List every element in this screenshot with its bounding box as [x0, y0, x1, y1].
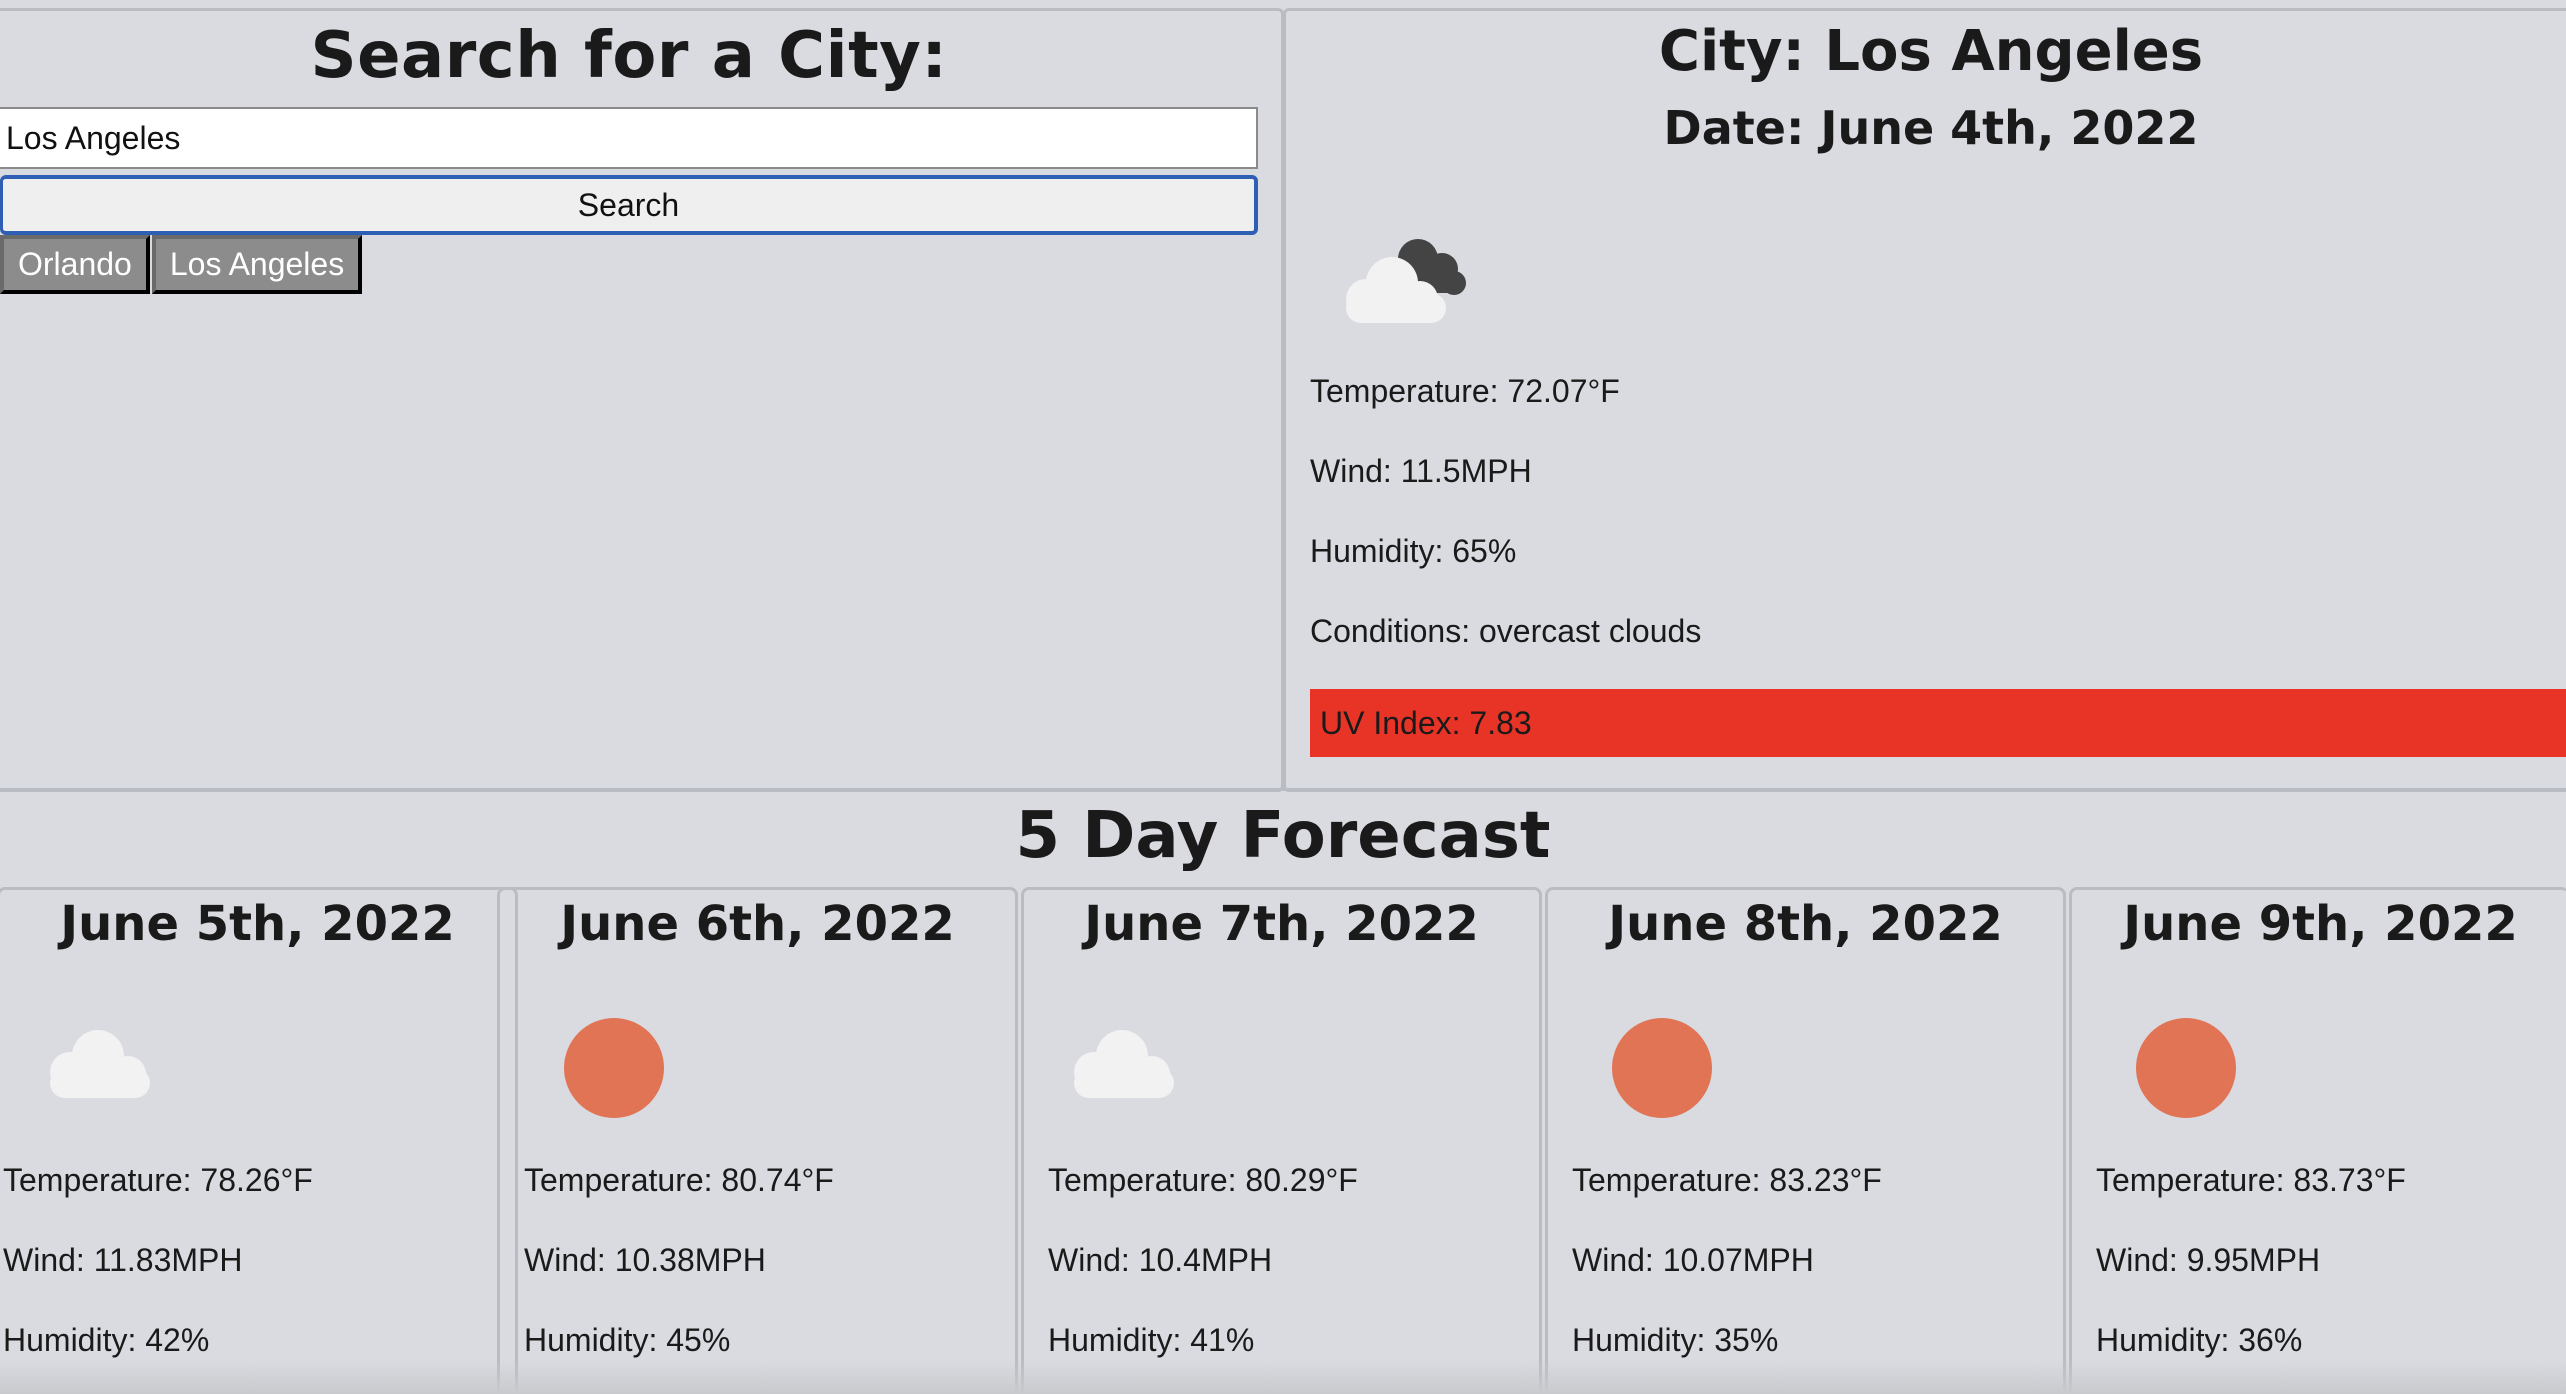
overcast-clouds-icon	[1346, 239, 1466, 323]
search-title: Search for a City:	[310, 19, 948, 93]
history-button-orlando[interactable]: Orlando	[0, 235, 150, 294]
forecast-date: June 6th, 2022	[560, 896, 955, 952]
cloud-icon	[1074, 1030, 1174, 1098]
forecast-temperature: Temperature: 78.26°F	[3, 1162, 313, 1198]
current-weather-panel: City: Los Angeles Date: June 4th, 2022 T…	[1283, 8, 2566, 792]
forecast-humidity: Humidity: 41%	[1048, 1322, 1255, 1358]
forecast-card: June 5th, 2022 Temperature: 78.26°F Wind…	[0, 887, 518, 1394]
current-wind: Wind: 11.5MPH	[1310, 453, 1532, 489]
current-humidity: Humidity: 65%	[1310, 533, 1517, 569]
forecast-date: June 9th, 2022	[2123, 896, 2518, 952]
forecast-humidity: Humidity: 35%	[1572, 1322, 1779, 1358]
cloud-icon	[50, 1030, 150, 1098]
forecast-wind: Wind: 11.83MPH	[3, 1242, 243, 1278]
current-conditions: Conditions: overcast clouds	[1310, 613, 1702, 649]
search-history: Orlando Los Angeles	[0, 235, 363, 294]
forecast-date: June 7th, 2022	[1084, 896, 1479, 952]
forecast-card: June 8th, 2022 Temperature: 83.23°F Wind…	[1545, 887, 2066, 1394]
forecast-title: 5 Day Forecast	[1015, 799, 1551, 873]
search-button[interactable]: Search	[0, 175, 1258, 235]
forecast-date: June 5th, 2022	[60, 896, 455, 952]
history-button-los-angeles[interactable]: Los Angeles	[151, 235, 363, 294]
forecast-humidity: Humidity: 36%	[2096, 1322, 2303, 1358]
uv-index-badge: UV Index: 7.83	[1310, 689, 2566, 757]
forecast-temperature: Temperature: 83.73°F	[2096, 1162, 2406, 1198]
forecast-section: 5 Day Forecast June 5th, 2022 Temperatur…	[0, 788, 2566, 1394]
sun-icon	[1612, 1018, 1712, 1118]
forecast-card: June 9th, 2022 Temperature: 83.73°F Wind…	[2069, 887, 2566, 1394]
forecast-wind: Wind: 10.38MPH	[524, 1242, 766, 1278]
forecast-humidity: Humidity: 42%	[3, 1322, 210, 1358]
forecast-card: June 7th, 2022 Temperature: 80.29°F Wind…	[1021, 887, 1542, 1394]
weather-dashboard: Search for a City: Search Orlando Los An…	[0, 0, 2566, 1394]
forecast-wind: Wind: 10.07MPH	[1572, 1242, 1814, 1278]
sun-icon	[564, 1018, 664, 1118]
forecast-temperature: Temperature: 83.23°F	[1572, 1162, 1882, 1198]
forecast-wind: Wind: 9.95MPH	[2096, 1242, 2321, 1278]
current-temperature: Temperature: 72.07°F	[1310, 373, 1620, 409]
forecast-card: June 6th, 2022 Temperature: 80.74°F Wind…	[497, 887, 1018, 1394]
forecast-date: June 8th, 2022	[1608, 896, 2003, 952]
sun-icon	[2136, 1018, 2236, 1118]
current-city-heading: City: Los Angeles	[1658, 19, 2204, 84]
forecast-wind: Wind: 10.4MPH	[1048, 1242, 1273, 1278]
city-search-input[interactable]	[0, 107, 1258, 169]
current-date-heading: Date: June 4th, 2022	[1663, 101, 2199, 155]
forecast-temperature: Temperature: 80.74°F	[524, 1162, 834, 1198]
forecast-humidity: Humidity: 45%	[524, 1322, 731, 1358]
search-panel: Search for a City: Search Orlando Los An…	[0, 8, 1284, 792]
forecast-temperature: Temperature: 80.29°F	[1048, 1162, 1358, 1198]
